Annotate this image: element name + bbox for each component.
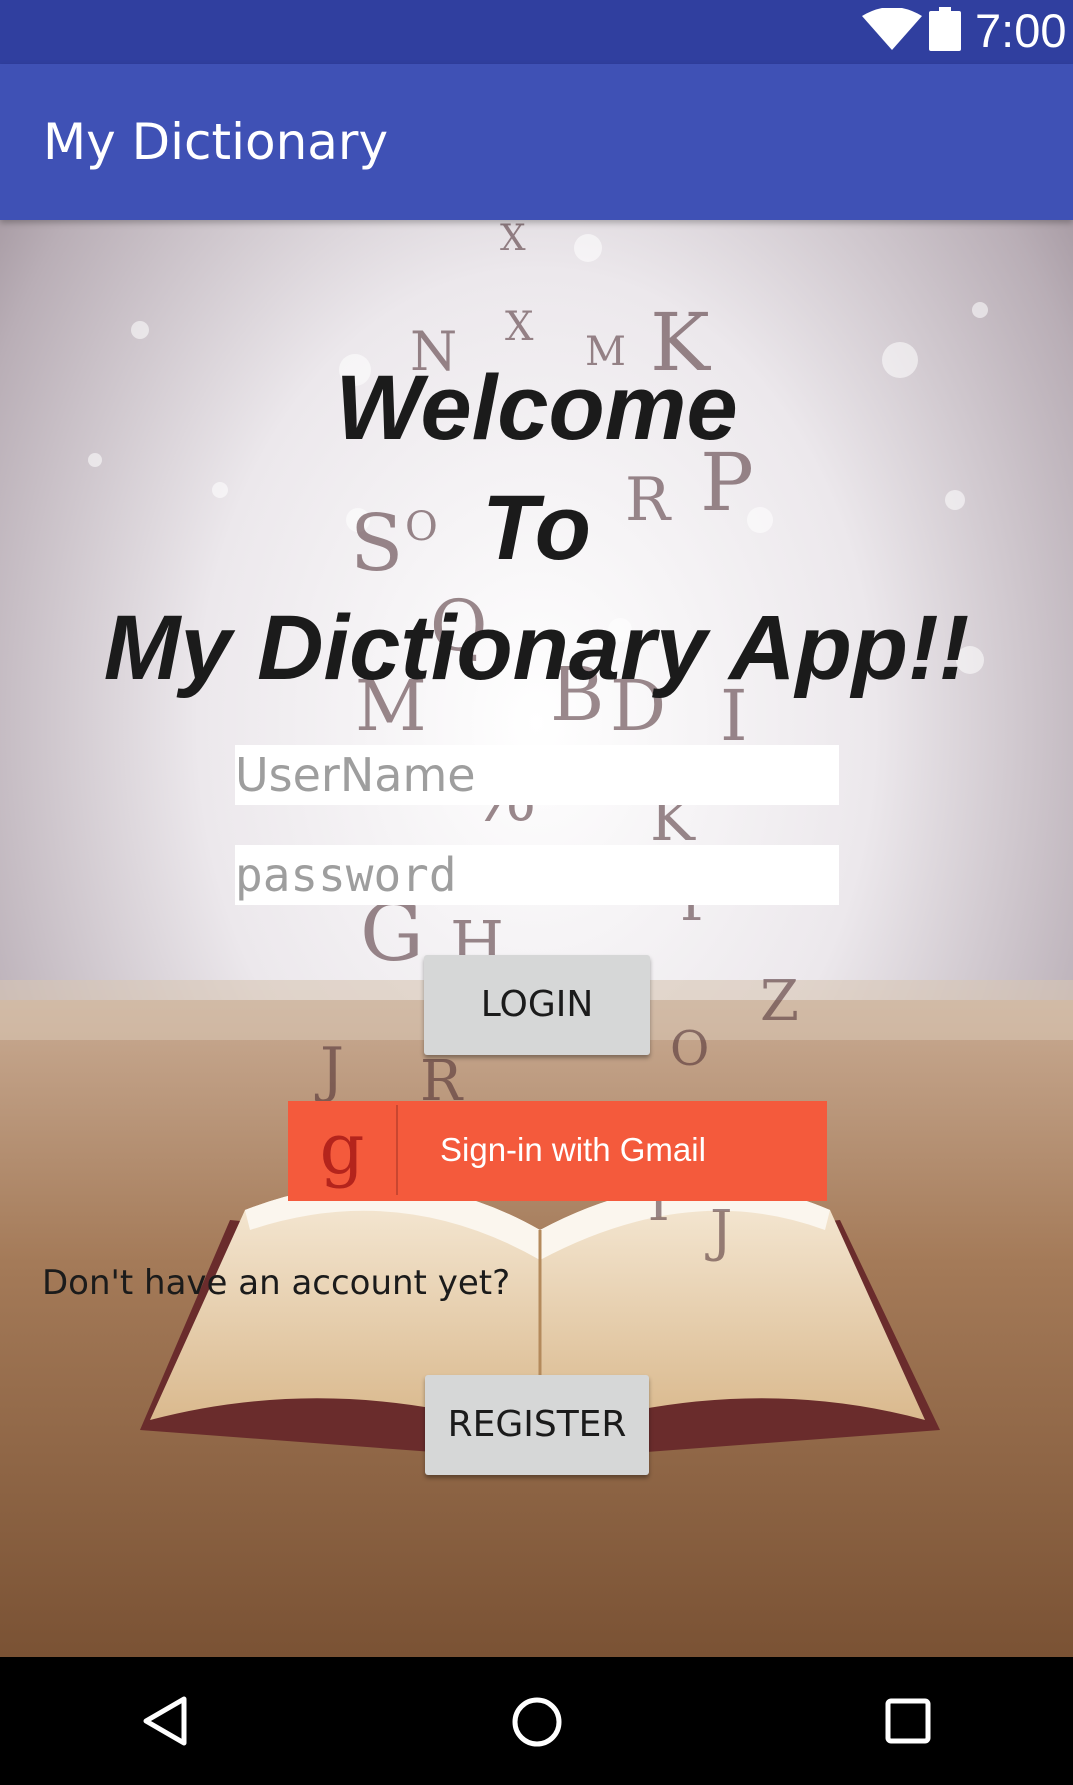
svg-text:X: X: [505, 304, 534, 350]
battery-icon: [929, 7, 961, 51]
password-field[interactable]: password: [235, 845, 839, 905]
welcome-line-3: My Dictionary App!!: [103, 597, 970, 699]
home-icon[interactable]: [510, 1695, 564, 1749]
svg-text:O: O: [670, 1021, 709, 1077]
status-bar: 7:00: [0, 0, 1073, 64]
welcome-title: Welcome To My Dictionary App!!: [0, 348, 1073, 708]
password-placeholder: password: [235, 848, 457, 902]
wifi-icon: [862, 8, 922, 50]
svg-text:Z: Z: [760, 969, 799, 1034]
register-button[interactable]: REGISTER: [425, 1375, 649, 1475]
welcome-line-2: To: [482, 477, 591, 579]
nav-bar: [0, 1657, 1073, 1785]
login-button[interactable]: LOGIN: [424, 955, 650, 1055]
gmail-divider: [396, 1105, 398, 1195]
username-placeholder: UserName: [235, 748, 476, 802]
gmail-signin-button[interactable]: g Sign-in with Gmail: [288, 1101, 827, 1201]
status-time: 7:00: [975, 4, 1067, 57]
gmail-icon: g: [319, 1108, 365, 1190]
app-bar: My Dictionary: [0, 64, 1073, 220]
back-icon[interactable]: [140, 1695, 192, 1747]
username-field[interactable]: UserName: [235, 745, 839, 805]
login-screen: X N X M K P R S O Q B M D I % K G H F Z …: [0, 220, 1073, 1657]
svg-text:J: J: [705, 1199, 732, 1264]
svg-text:X: X: [500, 220, 526, 259]
no-account-text: Don't have an account yet?: [42, 1263, 511, 1303]
app-title: My Dictionary: [43, 113, 389, 171]
recents-icon[interactable]: [884, 1697, 932, 1745]
welcome-line-1: Welcome: [335, 357, 738, 459]
gmail-signin-label: Sign-in with Gmail: [440, 1131, 706, 1168]
